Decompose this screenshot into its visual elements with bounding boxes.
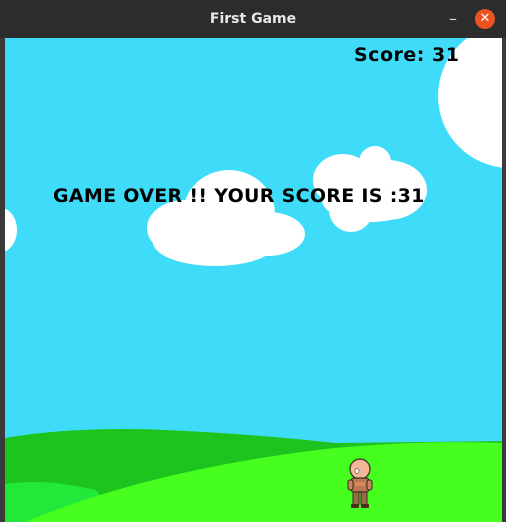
title-bar[interactable]: First Game – ✕ — [0, 0, 506, 38]
game-canvas[interactable]: Score: 31 GAME OVER !! YOUR SCORE IS :31 — [5, 38, 502, 522]
game-scene — [5, 38, 502, 522]
close-icon[interactable]: ✕ — [475, 9, 495, 29]
window-right-border — [502, 38, 506, 522]
game-window: First Game – ✕ Score: 31 GAME OVER !! YO… — [0, 0, 506, 522]
minimize-icon[interactable]: – — [446, 10, 460, 28]
window-title: First Game — [209, 11, 297, 27]
score-label: Score: 31 — [354, 44, 460, 66]
game-over-message: GAME OVER !! YOUR SCORE IS :31 — [53, 185, 425, 207]
